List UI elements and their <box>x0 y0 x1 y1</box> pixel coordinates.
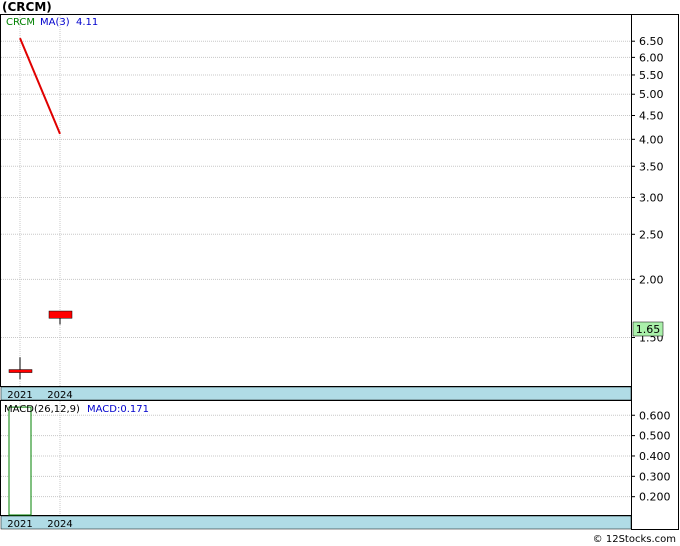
macd-legend-label: MACD(26,12,9) <box>4 404 80 415</box>
ma-line-path <box>19 37 61 135</box>
legend-symbol: CRCM <box>6 17 35 28</box>
candles <box>8 310 73 380</box>
macd-tick-label: 0.200 <box>639 491 671 504</box>
macd-bar <box>8 406 32 516</box>
price-tick-label: 5.00 <box>639 88 664 101</box>
price-tick-label: 2.50 <box>639 228 664 241</box>
price-date-band <box>0 386 632 401</box>
price-date-label: 2024 <box>47 390 72 401</box>
macd-date-label: 2021 <box>7 519 32 530</box>
price-grid <box>1 15 631 386</box>
macd-tick-label: 0.500 <box>639 430 671 443</box>
price-tick-label: 5.50 <box>639 69 664 82</box>
price-tick-labels: 1.502.002.503.003.504.004.505.005.506.00… <box>631 35 664 345</box>
macd-panel-frame <box>0 400 632 516</box>
footer-credit: © 12Stocks.com <box>592 534 676 545</box>
price-tick-label: 3.50 <box>639 160 664 173</box>
price-tick-label: 4.50 <box>639 110 664 123</box>
price-tick-label: 4.00 <box>639 133 664 146</box>
macd-tick-label: 0.600 <box>639 409 671 422</box>
macd-tick-label: 0.300 <box>639 470 671 483</box>
legend-ma-label: MA(3) <box>40 17 70 28</box>
last-price-label: 1.65 <box>636 323 661 336</box>
stock-chart: 1.502.002.503.003.504.004.505.005.506.00… <box>0 14 679 530</box>
price-tick-label: 6.50 <box>639 35 664 48</box>
macd-grid <box>1 401 631 515</box>
price-date-label: 2021 <box>7 390 32 401</box>
price-tick-label: 2.00 <box>639 273 664 286</box>
price-tick-label: 3.00 <box>639 191 664 204</box>
legend-ma-value: 4.11 <box>76 17 98 28</box>
macd-legend-value: MACD:0.171 <box>87 404 149 415</box>
candle-body <box>48 310 73 319</box>
macd-date-band <box>0 515 632 530</box>
price-tick-label: 6.00 <box>639 51 664 64</box>
macd-tick-label: 0.400 <box>639 450 671 463</box>
macd-date-label: 2024 <box>47 519 72 530</box>
macd-tick-labels: 0.200 0.300 0.400 0.500 0.600 <box>631 409 671 504</box>
ma-line <box>19 37 61 135</box>
price-panel-frame <box>0 14 632 387</box>
candle-body <box>8 369 33 373</box>
macd-bars <box>8 406 32 516</box>
